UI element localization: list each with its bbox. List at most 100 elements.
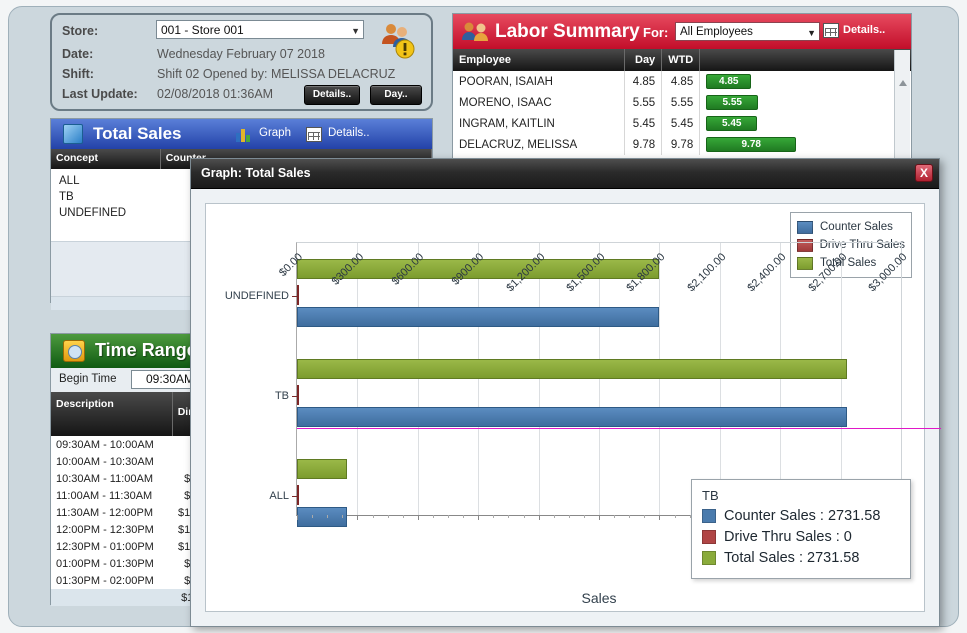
table-row[interactable]: MORENO, ISAAC 5.55 5.55 5.55 xyxy=(453,92,911,113)
labor-employee-filter-value: All Employees xyxy=(680,26,753,38)
table-row[interactable]: DELACRUZ, MELISSA 9.78 9.78 9.78 xyxy=(453,134,911,155)
labor-table-header: Employee Day WTD xyxy=(453,49,911,71)
labor-summary-title: Labor Summary xyxy=(495,21,640,43)
employee-name: MORENO, ISAAC xyxy=(453,92,625,113)
labor-summary-panel: Labor Summary For: All Employees ▼ Detai… xyxy=(452,13,912,160)
labor-summary-table: Employee Day WTD POORAN, ISAIAH 4.85 4.8… xyxy=(453,49,911,155)
legend-swatch-counter-sales xyxy=(797,221,813,234)
time-range-title: Time Range xyxy=(95,340,197,361)
store-select-value: 001 - Store 001 xyxy=(161,22,244,38)
legend-item: Counter Sales xyxy=(797,218,905,236)
grid-icon xyxy=(823,23,839,38)
tooltip-swatch-total-sales xyxy=(702,551,716,565)
time-slot: 11:00AM - 11:30AM xyxy=(51,487,173,504)
bar-chart-icon xyxy=(236,127,252,142)
employee-wtd: 4.85 xyxy=(662,71,700,92)
store-label: Store: xyxy=(62,24,98,38)
chart-tooltip: TB Counter Sales : 2731.58 Drive Thru Sa… xyxy=(691,479,911,579)
date-label: Date: xyxy=(62,47,93,61)
graph-dialog-titlebar[interactable]: Graph: Total Sales X xyxy=(191,159,939,189)
store-select[interactable]: 001 - Store 001 ▼ xyxy=(156,20,364,39)
screen-root: Store: 001 - Store 001 ▼ Date: Wednesday… xyxy=(0,0,967,633)
employee-day: 4.85 xyxy=(625,71,662,92)
shift-label: Shift: xyxy=(62,67,94,81)
employee-bar: 5.55 xyxy=(706,95,758,110)
employee-name: INGRAM, KAITLIN xyxy=(453,113,625,134)
clock-icon xyxy=(63,340,85,362)
tooltip-swatch-counter-sales xyxy=(702,509,716,523)
cube-icon xyxy=(63,124,83,144)
employee-wtd: 5.45 xyxy=(662,113,700,134)
graph-dialog: Graph: Total Sales X Counter Sales Drive… xyxy=(190,158,940,627)
tooltip-swatch-drive-thru-sales xyxy=(702,530,716,544)
employee-day: 5.45 xyxy=(625,113,662,134)
employee-bar: 5.45 xyxy=(706,116,757,131)
total-sales-graph-button[interactable]: Graph xyxy=(259,127,291,139)
col-description: Description xyxy=(51,392,173,436)
labor-employee-filter[interactable]: All Employees ▼ xyxy=(675,22,820,41)
col-concept: Concept xyxy=(51,149,161,169)
time-slot: 10:30AM - 11:00AM xyxy=(51,470,173,487)
labor-details-button[interactable]: Details.. xyxy=(843,24,885,36)
begin-time-label: Begin Time xyxy=(59,373,117,385)
employee-day: 9.78 xyxy=(625,134,662,155)
employee-bar-cell: 5.55 xyxy=(700,92,911,113)
employee-bar-cell: 4.85 xyxy=(700,71,911,92)
xtick-label: $2,700.00 xyxy=(806,251,849,294)
chart-plot-area: UNDEFINED TB ALL xyxy=(296,242,902,516)
time-slot: 10:00AM - 10:30AM xyxy=(51,453,173,470)
employee-wtd: 9.78 xyxy=(662,134,700,155)
ytick-label-tb: TB xyxy=(275,390,289,402)
tooltip-label: Drive Thru Sales : 0 xyxy=(724,529,852,545)
time-slot: 01:00PM - 01:30PM xyxy=(51,555,173,572)
scroll-up-icon[interactable] xyxy=(899,80,907,86)
total-sales-title: Total Sales xyxy=(93,124,182,144)
bar-tb-drive-thru-sales xyxy=(297,385,299,405)
ytick-label-undefined: UNDEFINED xyxy=(225,290,289,302)
time-slot: 09:30AM - 10:00AM xyxy=(51,436,173,453)
labor-for-label: For: xyxy=(643,25,668,40)
labor-summary-header: Labor Summary For: All Employees ▼ Detai… xyxy=(453,14,911,49)
last-update-value: 02/08/2018 01:36AM xyxy=(157,87,273,101)
tooltip-label: Counter Sales : 2731.58 xyxy=(724,508,880,524)
employee-bar-cell: 9.78 xyxy=(700,134,911,155)
crosshair-line xyxy=(297,428,941,429)
close-icon[interactable]: X xyxy=(915,164,933,182)
col-employee: Employee xyxy=(453,49,625,71)
labor-scrollbar[interactable] xyxy=(894,50,910,158)
col-day: Day xyxy=(625,49,662,71)
time-slot: 11:30AM - 12:00PM xyxy=(51,504,173,521)
total-label xyxy=(51,589,173,606)
employee-bar: 9.78 xyxy=(706,137,796,152)
col-wtd: WTD xyxy=(662,49,700,71)
grid-icon xyxy=(306,127,322,142)
xtick-label: $2,100.00 xyxy=(685,251,728,294)
store-info-panel: Store: 001 - Store 001 ▼ Date: Wednesday… xyxy=(50,13,433,111)
bar-all-drive-thru-sales xyxy=(297,485,299,505)
employee-bar: 4.85 xyxy=(706,74,751,89)
chart-canvas: Counter Sales Drive Thru Sales Total Sal… xyxy=(205,203,925,612)
time-slot: 12:30PM - 01:00PM xyxy=(51,538,173,555)
x-axis-title: Sales xyxy=(297,590,901,606)
employee-wtd: 5.55 xyxy=(662,92,700,113)
total-sales-header: Total Sales Graph Details.. xyxy=(51,119,432,149)
employee-bar-cell: 5.45 xyxy=(700,113,911,134)
users-warning-icon xyxy=(377,20,417,60)
tooltip-row: Counter Sales : 2731.58 xyxy=(702,505,900,526)
time-slot: 01:30PM - 02:00PM xyxy=(51,572,173,589)
table-row[interactable]: POORAN, ISAIAH 4.85 4.85 4.85 xyxy=(453,71,911,92)
time-slot: 12:00PM - 12:30PM xyxy=(51,521,173,538)
xtick-label: $2,400.00 xyxy=(746,251,789,294)
bar-all-total-sales xyxy=(297,459,347,479)
bar-undefined-drive-thru-sales xyxy=(297,285,299,305)
total-sales-details-button[interactable]: Details.. xyxy=(328,127,370,139)
store-day-button[interactable]: Day.. xyxy=(370,85,422,105)
chevron-down-icon: ▼ xyxy=(351,23,360,39)
table-row[interactable]: INGRAM, KAITLIN 5.45 5.45 5.45 xyxy=(453,113,911,134)
legend-label: Counter Sales xyxy=(820,221,893,233)
col-bar xyxy=(700,49,911,71)
chevron-down-icon: ▼ xyxy=(807,25,816,41)
store-details-button[interactable]: Details.. xyxy=(304,85,360,105)
employee-name: POORAN, ISAIAH xyxy=(453,71,625,92)
employee-day: 5.55 xyxy=(625,92,662,113)
